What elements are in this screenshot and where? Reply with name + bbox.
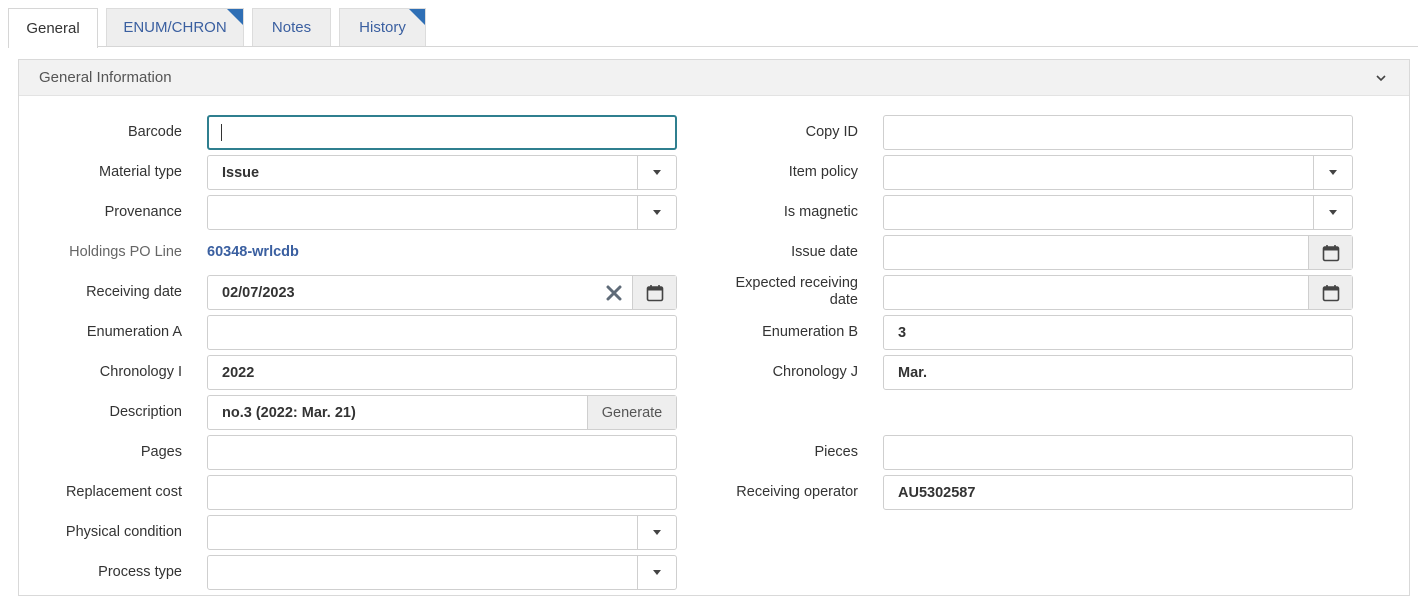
issue-date-input[interactable] — [883, 235, 1353, 270]
tab-label: General — [26, 20, 80, 37]
chronology-i-value: 2022 — [222, 364, 255, 381]
receiving-date-value: 02/07/2023 — [222, 284, 295, 301]
enumeration-a-input[interactable] — [207, 315, 677, 350]
is-magnetic-select[interactable] — [883, 195, 1353, 230]
holdings-po-line-label: Holdings PO Line — [69, 244, 182, 260]
physical-condition-select[interactable] — [207, 515, 677, 550]
is-magnetic-label: Is magnetic — [783, 204, 858, 220]
label-line: date — [829, 292, 858, 308]
tab-notes[interactable]: Notes — [252, 8, 331, 46]
text-cursor — [221, 124, 222, 141]
replacement-cost-label: Replacement cost — [65, 484, 182, 500]
pieces-input[interactable] — [883, 435, 1353, 470]
chronology-j-value: Mar. — [898, 364, 928, 381]
barcode-label: Barcode — [127, 124, 182, 140]
chronology-j-input[interactable]: Mar. — [883, 355, 1353, 390]
enumeration-b-label: Enumeration B — [762, 324, 858, 340]
tab-bar: General ENUM/CHRON Notes History — [0, 0, 1418, 48]
issue-date-label: Issue date — [791, 244, 858, 260]
chronology-i-input[interactable]: 2022 — [207, 355, 677, 390]
expected-receiving-date-label: Expected receiving date — [658, 275, 858, 309]
material-type-select[interactable]: Issue — [207, 155, 677, 190]
caret-down-icon — [653, 570, 661, 575]
material-type-value: Issue — [222, 164, 260, 181]
replacement-cost-input[interactable] — [207, 475, 677, 510]
label-line: Expected receiving — [735, 275, 858, 291]
clear-x-icon[interactable] — [606, 285, 622, 301]
enumeration-b-value: 3 — [898, 324, 907, 341]
tab-divider — [8, 46, 1418, 47]
process-type-label: Process type — [98, 564, 182, 580]
dropdown-toggle[interactable] — [637, 516, 676, 549]
corner-marker-icon — [409, 9, 425, 25]
description-label: Description — [109, 404, 182, 420]
receiving-date-input[interactable]: 02/07/2023 — [207, 275, 677, 310]
tab-label: ENUM/CHRON — [123, 19, 227, 36]
tab-enum-chron[interactable]: ENUM/CHRON — [106, 8, 244, 46]
panel-title: General Information — [39, 69, 172, 86]
caret-down-icon — [1329, 170, 1337, 175]
pieces-label: Pieces — [814, 444, 858, 460]
item-policy-label: Item policy — [788, 164, 858, 180]
receiving-date-label: Receiving date — [86, 284, 182, 300]
corner-marker-icon — [227, 9, 243, 25]
panel-header[interactable]: General Information — [19, 60, 1409, 96]
item-policy-select[interactable] — [883, 155, 1353, 190]
calendar-icon — [1322, 244, 1339, 261]
tab-label: History — [359, 19, 406, 36]
holdings-po-line-link[interactable]: 60348-wrlcdb — [207, 244, 299, 260]
calendar-icon — [1322, 284, 1339, 301]
barcode-input[interactable] — [207, 115, 677, 150]
tab-label: Notes — [271, 19, 312, 36]
chevron-down-icon[interactable] — [1375, 72, 1387, 84]
calendar-button[interactable] — [1308, 236, 1352, 269]
calendar-button[interactable] — [1308, 276, 1352, 309]
pages-label: Pages — [140, 444, 182, 460]
physical-condition-label: Physical condition — [65, 524, 182, 540]
tab-history[interactable]: History — [339, 8, 426, 46]
receiving-operator-label: Receiving operator — [736, 484, 858, 500]
provenance-label: Provenance — [104, 204, 182, 220]
provenance-select[interactable] — [207, 195, 677, 230]
enumeration-b-input[interactable]: 3 — [883, 315, 1353, 350]
dropdown-toggle[interactable] — [1313, 156, 1352, 189]
chronology-i-label: Chronology I — [99, 364, 182, 380]
receiving-operator-value: AU5302587 — [898, 484, 976, 501]
dropdown-toggle[interactable] — [637, 556, 676, 589]
pages-input[interactable] — [207, 435, 677, 470]
copy-id-label: Copy ID — [805, 124, 858, 140]
description-input[interactable]: no.3 (2022: Mar. 21) Generate — [207, 395, 677, 430]
generate-button[interactable]: Generate — [587, 396, 676, 429]
expected-receiving-date-input[interactable] — [883, 275, 1353, 310]
material-type-label: Material type — [98, 164, 182, 180]
dropdown-toggle[interactable] — [1313, 196, 1352, 229]
caret-down-icon — [1329, 210, 1337, 215]
description-value: no.3 (2022: Mar. 21) — [222, 404, 356, 421]
tab-general[interactable]: General — [8, 8, 98, 48]
chronology-j-label: Chronology J — [772, 364, 858, 380]
process-type-select[interactable] — [207, 555, 677, 590]
enumeration-a-label: Enumeration A — [86, 324, 182, 340]
copy-id-input[interactable] — [883, 115, 1353, 150]
caret-down-icon — [653, 530, 661, 535]
receiving-operator-input[interactable]: AU5302587 — [883, 475, 1353, 510]
